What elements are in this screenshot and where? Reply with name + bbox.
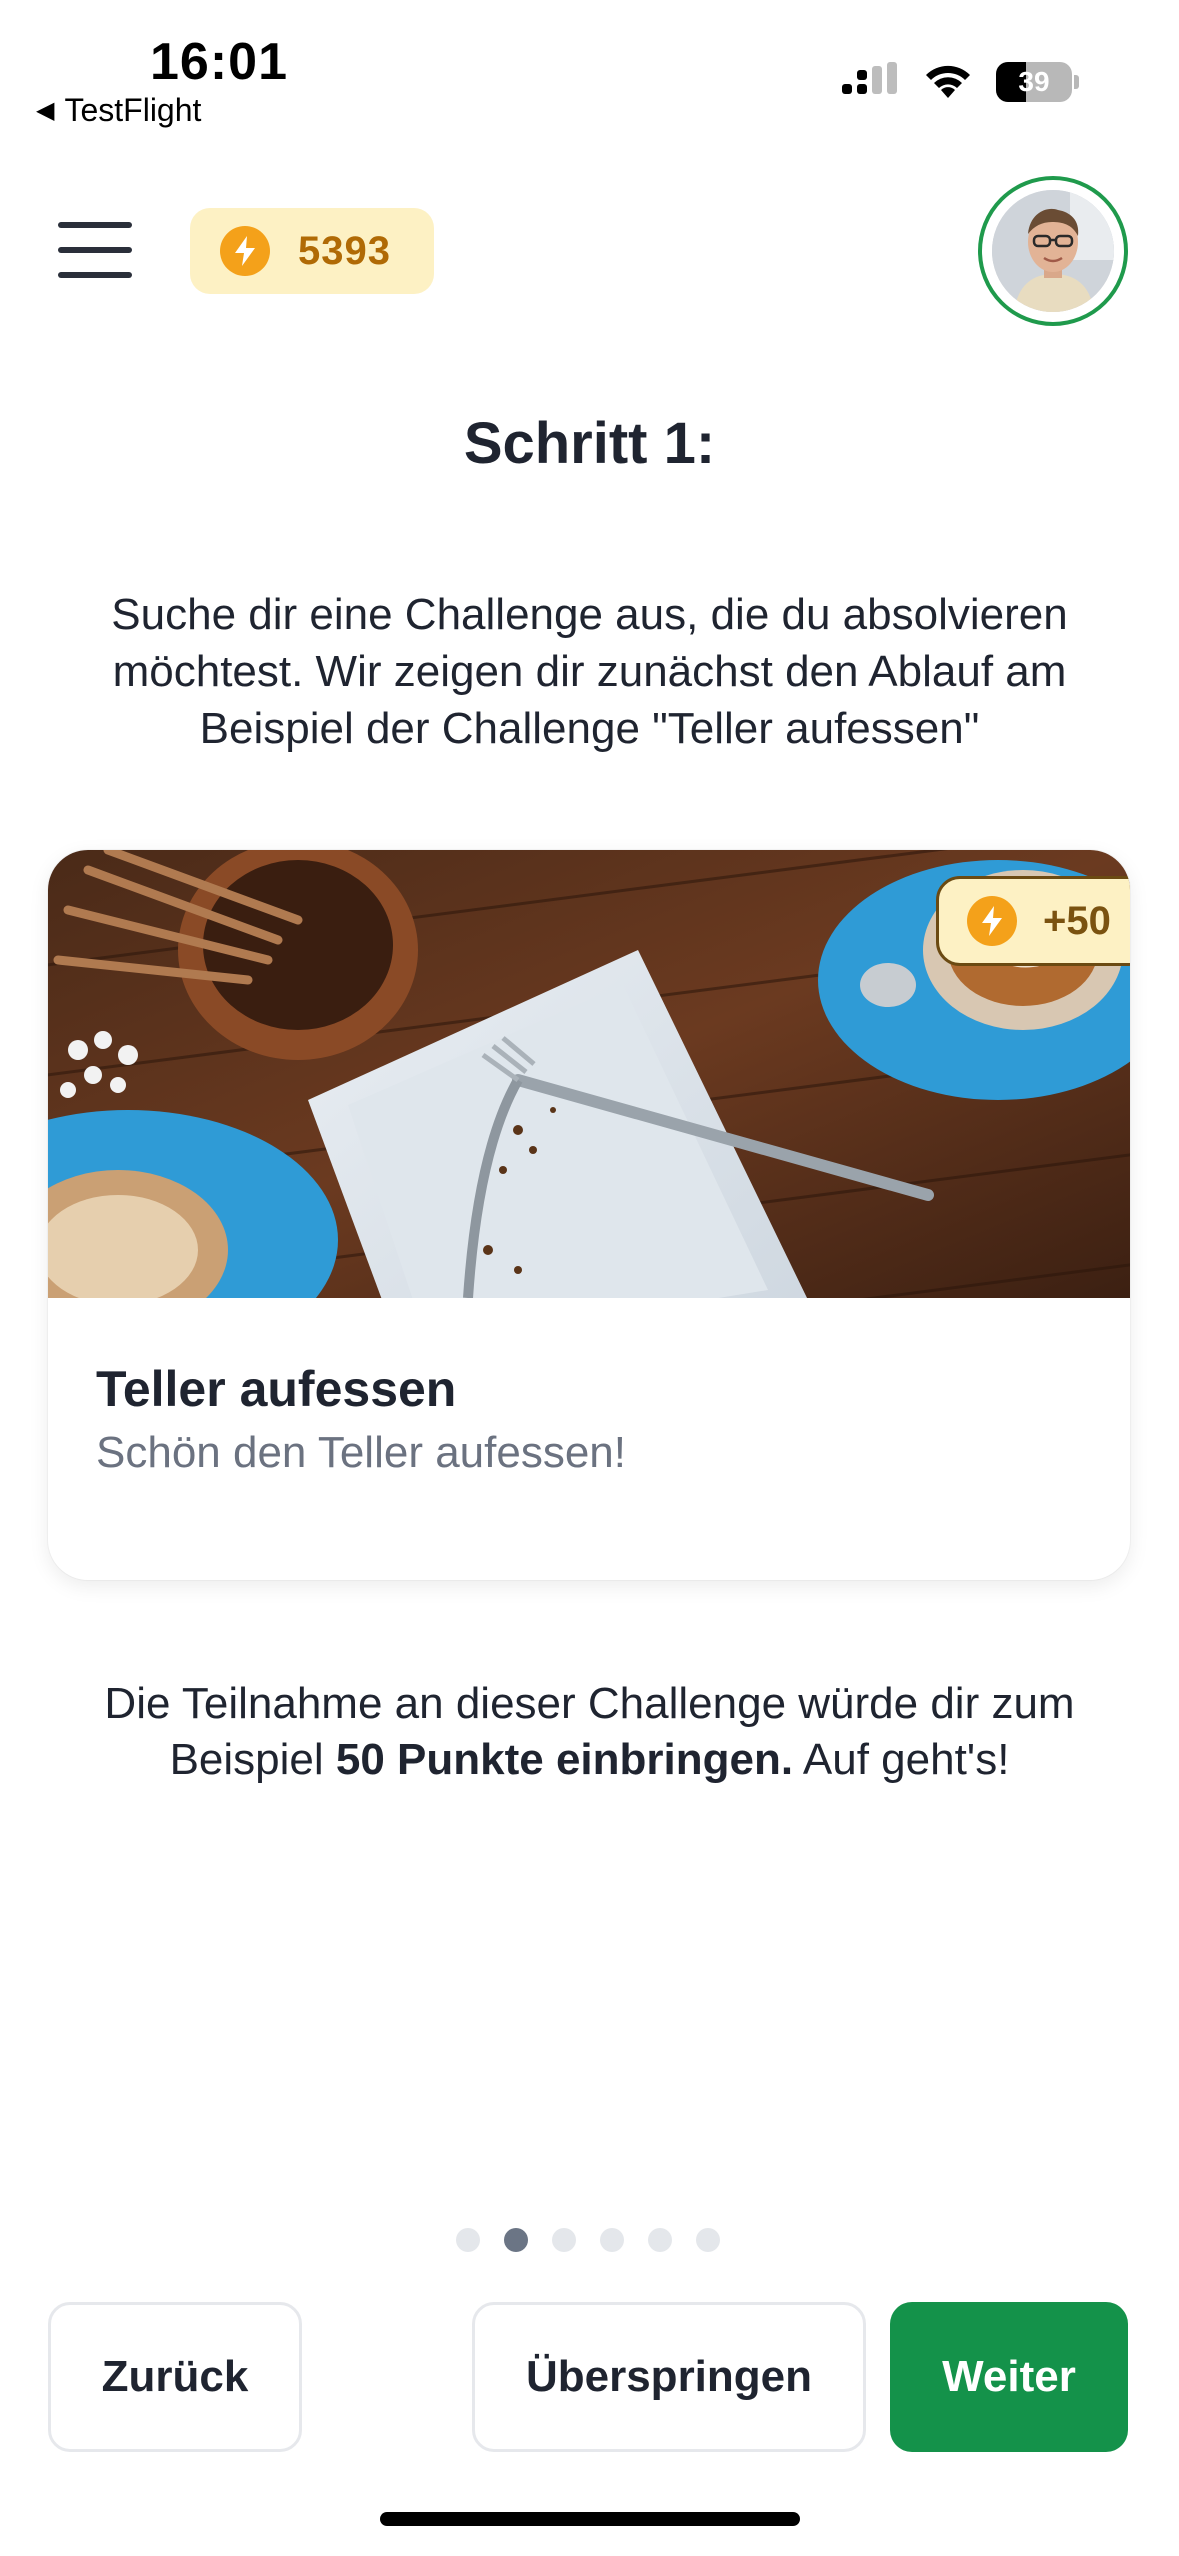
pagination-dot[interactable]	[552, 2228, 576, 2252]
pagination-dot[interactable]	[648, 2228, 672, 2252]
home-indicator[interactable]	[380, 2512, 800, 2526]
back-triangle-icon: ◀	[36, 97, 55, 124]
lightning-bolt-icon	[220, 226, 270, 276]
pagination-dot-active[interactable]	[504, 2228, 528, 2252]
outro-suffix: Auf geht's!	[793, 1735, 1010, 1784]
challenge-subtitle: Schön den Teller aufessen!	[96, 1428, 626, 1477]
challenge-card[interactable]: +50 Teller aufessen Schön den Teller auf…	[48, 850, 1130, 1580]
skip-button[interactable]: Überspringen	[472, 2302, 866, 2452]
status-time: 16:01	[150, 33, 288, 91]
points-badge[interactable]: 5393	[190, 208, 434, 294]
outro-highlight: 50 Punkte einbringen.	[335, 1735, 794, 1784]
cellular-signal-icon	[842, 62, 897, 94]
pagination-dots	[456, 2228, 720, 2252]
lightning-bolt-icon	[967, 896, 1017, 946]
back-app-label: TestFlight	[64, 92, 202, 128]
wifi-icon	[926, 65, 970, 98]
step-intro-text: Suche dir eine Challenge aus, die du abs…	[111, 590, 1068, 753]
reward-badge: +50	[936, 876, 1130, 966]
step-outro-text: Die Teilnahme an dieser Challenge würde …	[40, 1676, 1139, 1788]
battery-icon: 39	[996, 62, 1072, 102]
reward-value: +50	[1043, 898, 1111, 943]
status-icons: 39	[842, 62, 1079, 102]
pagination-dot[interactable]	[696, 2228, 720, 2252]
hamburger-menu-icon[interactable]	[58, 222, 132, 278]
onboarding-screen: 16:01 ◀ TestFlight 39 5393 Schritt 1: Su…	[0, 0, 1179, 2556]
pagination-dot[interactable]	[456, 2228, 480, 2252]
step-title: Schritt 1:	[463, 411, 716, 476]
back-to-app-link[interactable]: ◀ TestFlight	[36, 92, 201, 129]
avatar-photo	[992, 190, 1114, 312]
next-button[interactable]: Weiter	[890, 2302, 1128, 2452]
back-button[interactable]: Zurück	[48, 2302, 302, 2452]
battery-nub	[1074, 75, 1079, 89]
challenge-title: Teller aufessen	[96, 1361, 457, 1417]
points-value: 5393	[298, 228, 391, 273]
battery-level: 39	[1018, 66, 1050, 97]
pagination-dot[interactable]	[600, 2228, 624, 2252]
profile-avatar[interactable]	[978, 176, 1128, 326]
